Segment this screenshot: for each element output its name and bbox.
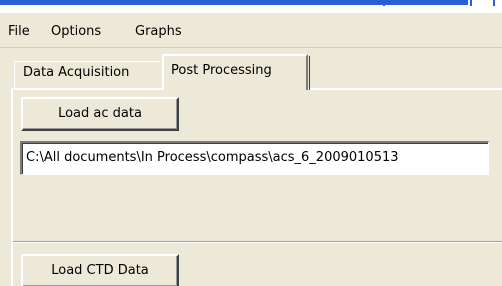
- title-bar-tick: [470, 0, 472, 6]
- load-ac-data-button[interactable]: Load ac data: [21, 97, 179, 131]
- title-bar-tick: [383, 0, 385, 6]
- title-bar-tick: [493, 0, 495, 6]
- menu-graphs[interactable]: Graphs: [135, 24, 182, 39]
- title-bar-strip: [0, 0, 468, 5]
- menu-bar-divider: [0, 47, 502, 48]
- section-divider: [13, 241, 502, 243]
- menu-bar: File Options Graphs: [0, 19, 502, 47]
- title-bar-edge: [0, 0, 502, 13]
- file-path-field[interactable]: C:\All documents\In Process\compass\acs_…: [20, 141, 489, 175]
- tab-post-processing[interactable]: Post Processing: [162, 54, 310, 90]
- menu-file[interactable]: File: [8, 24, 30, 39]
- load-ctd-data-button[interactable]: Load CTD Data: [21, 254, 179, 286]
- tab-data-acquisition[interactable]: Data Acquisition: [14, 61, 161, 88]
- menu-options[interactable]: Options: [51, 24, 101, 39]
